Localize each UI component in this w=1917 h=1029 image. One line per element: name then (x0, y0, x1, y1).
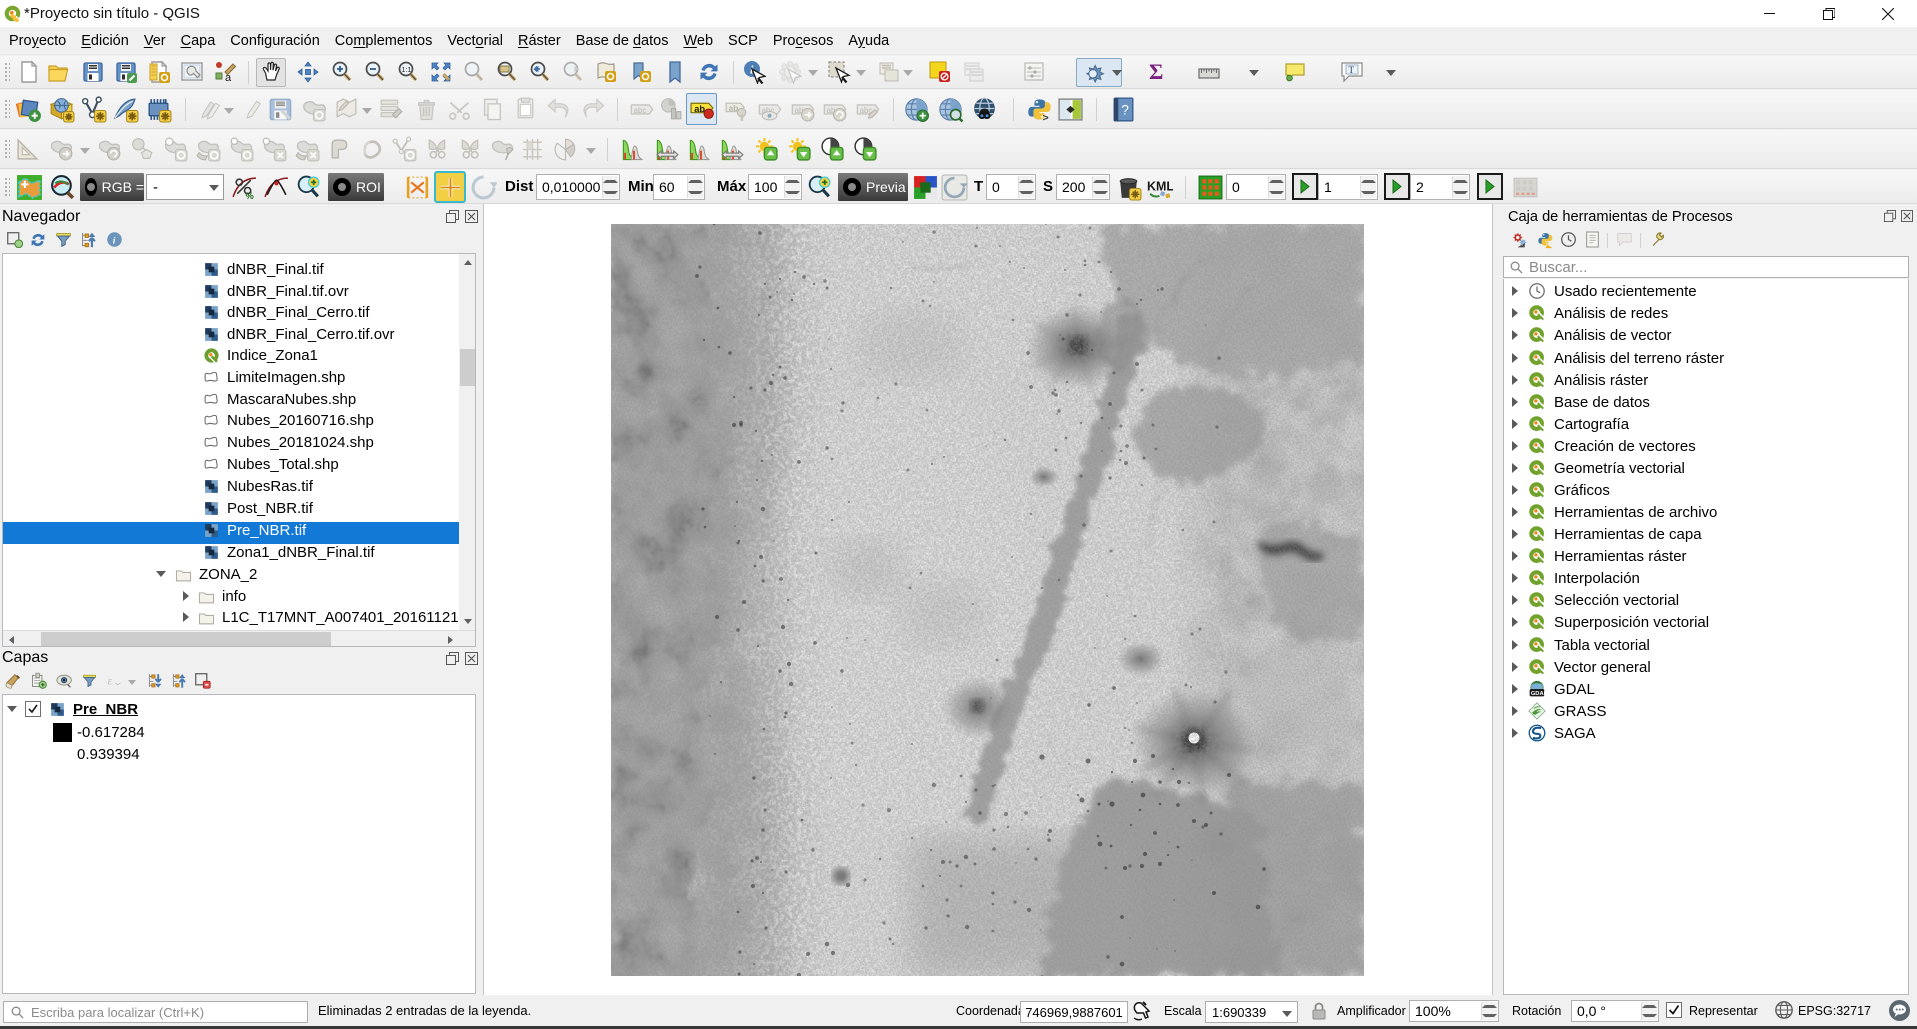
svg-text:1:1: 1:1 (402, 67, 412, 74)
svg-text:GDAL: GDAL (1531, 691, 1546, 697)
svg-text:T: T (1349, 65, 1355, 75)
svg-text:?: ? (1121, 103, 1129, 118)
svg-text:a: a (225, 72, 232, 84)
svg-text:ε: ε (108, 676, 113, 688)
svg-text:i: i (113, 236, 116, 246)
svg-text:Σ: Σ (1149, 59, 1163, 83)
svg-text:ab: ab (729, 103, 739, 113)
svg-text:%: % (246, 191, 255, 201)
svg-text:KML: KML (1147, 180, 1173, 194)
svg-text:>: > (1043, 113, 1049, 123)
